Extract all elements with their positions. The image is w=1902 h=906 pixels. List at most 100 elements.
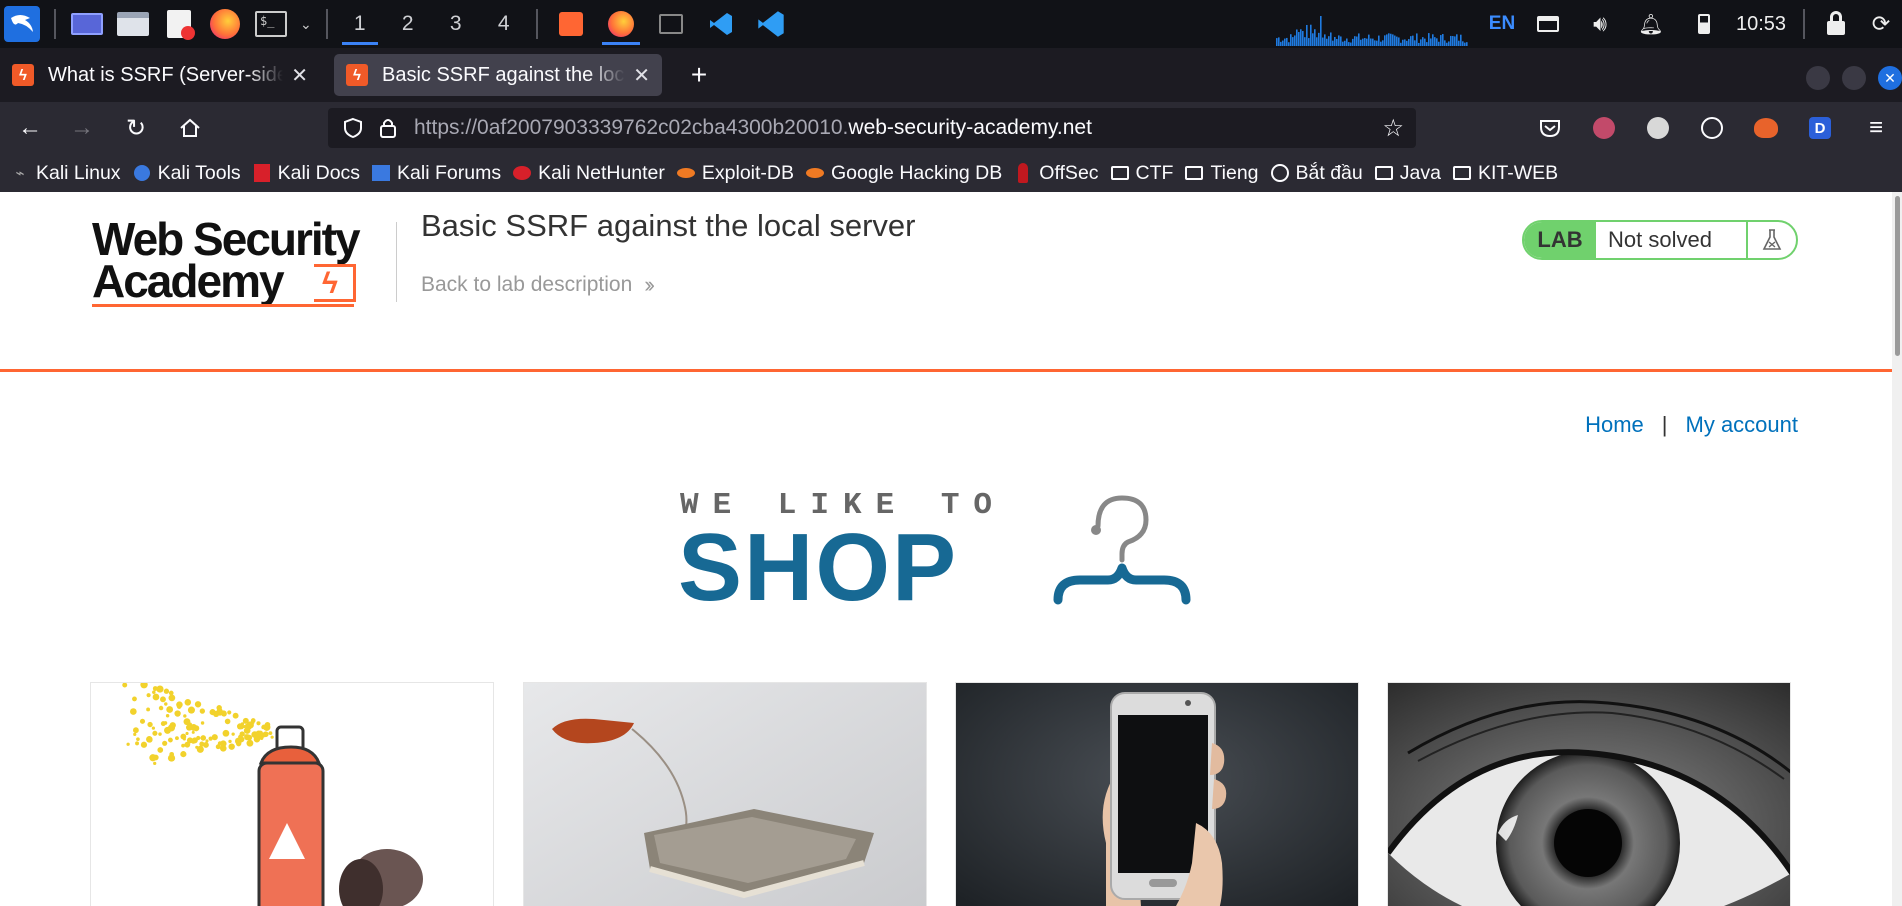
bookmark-offsec[interactable]: OffSec bbox=[1013, 161, 1099, 185]
firefox-launcher-icon[interactable] bbox=[208, 7, 242, 41]
nethunter-icon bbox=[512, 163, 532, 183]
extension-foxyproxy-icon[interactable] bbox=[1752, 114, 1780, 142]
workspace-3[interactable]: 3 bbox=[432, 0, 480, 48]
smartphone-image bbox=[956, 683, 1358, 906]
bookmark-folder-java[interactable]: Java bbox=[1374, 162, 1441, 185]
lab-badge: LAB bbox=[1524, 222, 1596, 258]
taskbar-vscode-2-icon[interactable] bbox=[746, 0, 796, 48]
back-to-lab-description-link[interactable]: Back to lab description ›› bbox=[421, 272, 655, 298]
bookmark-label: OffSec bbox=[1039, 161, 1099, 184]
window-maximize-button[interactable] bbox=[1842, 66, 1866, 90]
forward-arrow-icon[interactable]: → bbox=[64, 110, 100, 146]
text-editor-icon[interactable] bbox=[162, 7, 196, 41]
new-tab-button[interactable]: + bbox=[682, 58, 716, 92]
globe-icon bbox=[1270, 163, 1290, 183]
volume-icon[interactable]: 🔊︎ bbox=[1584, 0, 1616, 48]
extension-hacktools-icon[interactable] bbox=[1590, 114, 1618, 142]
back-arrow-icon[interactable]: ← bbox=[12, 110, 48, 146]
show-desktop-icon[interactable] bbox=[70, 7, 104, 41]
taskbar-terminal-icon[interactable] bbox=[646, 0, 696, 48]
lab-status-widget: LAB Not solved bbox=[1522, 220, 1798, 260]
product-tea-bag[interactable] bbox=[523, 682, 927, 906]
pocket-icon[interactable] bbox=[1536, 114, 1564, 142]
bookmark-kali-nethunter[interactable]: Kali NetHunter bbox=[512, 162, 665, 185]
taskbar-vscode-icon[interactable] bbox=[696, 0, 746, 48]
close-tab-icon[interactable]: ✕ bbox=[291, 63, 308, 88]
tab-basic-ssrf[interactable]: ϟ Basic SSRF against the local server ✕ bbox=[334, 54, 662, 96]
terminal-launcher-icon[interactable]: $_ bbox=[254, 7, 288, 41]
product-spray-can[interactable] bbox=[90, 682, 494, 906]
page-scrollbar[interactable] bbox=[1892, 192, 1902, 906]
bookmark-folder-kit-web[interactable]: KIT-WEB bbox=[1452, 162, 1558, 185]
chevron-down-icon[interactable]: ⌄ bbox=[300, 16, 312, 33]
bookmark-kali-forums[interactable]: Kali Forums bbox=[371, 162, 501, 185]
we-like-to-shop-banner: WE LIKE TO SHOP bbox=[678, 488, 1218, 618]
product-smartphone[interactable] bbox=[955, 682, 1359, 906]
folder-icon bbox=[1184, 163, 1204, 183]
scrollbar-thumb[interactable] bbox=[1895, 196, 1900, 356]
home-icon[interactable] bbox=[172, 110, 208, 146]
extension-dark-reader-icon[interactable]: D bbox=[1806, 114, 1834, 142]
hamburger-menu-icon[interactable]: ≡ bbox=[1862, 114, 1890, 142]
bookmark-google-hacking-db[interactable]: Google Hacking DB bbox=[805, 162, 1002, 185]
flask-icon bbox=[1746, 222, 1796, 258]
bookmark-folder-ctf[interactable]: CTF bbox=[1110, 162, 1173, 185]
header-divider bbox=[396, 222, 397, 302]
browser-tab-bar: ϟ What is SSRF (Server-side request forg… bbox=[0, 48, 1902, 102]
window-minimize-button[interactable] bbox=[1806, 66, 1830, 90]
offsec-icon bbox=[1013, 163, 1033, 183]
window-close-button[interactable]: ✕ bbox=[1878, 66, 1902, 90]
tracking-shield-icon[interactable] bbox=[342, 117, 364, 139]
product-eye[interactable] bbox=[1387, 682, 1791, 906]
address-bar[interactable]: https://0af2007903339762c02cba4300b20010… bbox=[328, 108, 1416, 148]
power-refresh-icon[interactable]: ⟳ bbox=[1866, 0, 1896, 48]
top-navigation-links: Home | My account bbox=[1585, 412, 1798, 438]
notifications-bell-icon[interactable]: 🔔︎ bbox=[1636, 0, 1666, 48]
taskbar-burp-icon[interactable] bbox=[546, 0, 596, 48]
web-security-academy-logo[interactable]: Web Security Academy ϟ bbox=[92, 216, 392, 307]
folder-icon bbox=[1374, 163, 1394, 183]
bookmark-kali-tools[interactable]: Kali Tools bbox=[132, 162, 241, 185]
bookmark-folder-tieng[interactable]: Tieng bbox=[1184, 162, 1259, 185]
panel-clock[interactable]: 10:53 bbox=[1728, 0, 1794, 48]
network-icon[interactable] bbox=[1534, 0, 1562, 48]
extension-wappalyzer-icon[interactable] bbox=[1644, 114, 1672, 142]
bookmark-label: KIT-WEB bbox=[1477, 161, 1559, 184]
ghdb-icon bbox=[805, 163, 825, 183]
lock-screen-icon[interactable] bbox=[1822, 0, 1850, 48]
home-link[interactable]: Home bbox=[1585, 412, 1644, 438]
bookmark-kali-docs[interactable]: Kali Docs bbox=[252, 162, 360, 185]
my-account-link[interactable]: My account bbox=[1686, 412, 1799, 438]
bookmark-bat-dau[interactable]: Bắt đầu bbox=[1270, 162, 1363, 185]
bookmark-label: Kali Tools bbox=[157, 161, 241, 184]
bookmark-exploit-db[interactable]: Exploit-DB bbox=[676, 162, 794, 185]
logo-bolt-icon: ϟ bbox=[314, 264, 356, 302]
web-page-content: Web Security Academy ϟ Basic SSRF agains… bbox=[0, 192, 1892, 906]
file-manager-icon[interactable] bbox=[116, 7, 150, 41]
workspace-2[interactable]: 2 bbox=[384, 0, 432, 48]
reload-icon[interactable]: ↻ bbox=[118, 110, 154, 146]
workspace-4[interactable]: 4 bbox=[480, 0, 528, 48]
bookmark-label: Bắt đầu bbox=[1295, 161, 1363, 184]
panel-separator bbox=[535, 9, 538, 39]
bookmark-label: Java bbox=[1399, 161, 1441, 184]
panel-separator bbox=[54, 9, 56, 39]
kali-menu-icon[interactable] bbox=[4, 6, 40, 42]
bookmark-kali-linux[interactable]: ⌁ Kali Linux bbox=[10, 162, 120, 185]
portswigger-favicon-icon: ϟ bbox=[346, 64, 368, 86]
battery-icon[interactable] bbox=[1692, 0, 1716, 48]
eye-image bbox=[1388, 683, 1790, 906]
padlock-icon[interactable] bbox=[378, 117, 398, 139]
close-tab-icon[interactable]: ✕ bbox=[633, 63, 650, 88]
bookmark-star-icon[interactable]: ☆ bbox=[1382, 114, 1404, 143]
tab-what-is-ssrf[interactable]: ϟ What is SSRF (Server-side request forg… bbox=[0, 54, 320, 96]
keyboard-layout-indicator[interactable]: EN bbox=[1484, 0, 1520, 48]
taskbar-firefox-icon[interactable] bbox=[596, 0, 646, 48]
portswigger-favicon-icon: ϟ bbox=[12, 64, 34, 86]
panel-separator bbox=[325, 9, 328, 39]
coat-hanger-icon bbox=[1053, 495, 1191, 605]
bookmark-label: Google Hacking DB bbox=[831, 161, 1003, 184]
workspace-1[interactable]: 1 bbox=[336, 0, 384, 48]
url-text: https://0af2007903339762c02cba4300b20010… bbox=[414, 116, 1092, 140]
extension-cookie-icon[interactable] bbox=[1698, 114, 1726, 142]
